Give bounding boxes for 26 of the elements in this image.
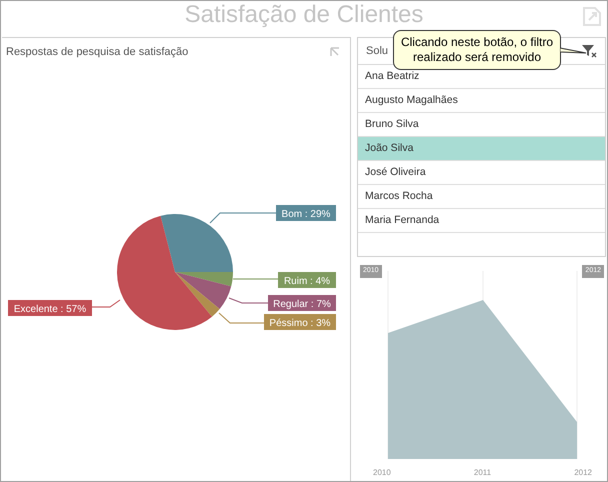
tooltip: Clicando neste botão, o filtro realizado será removido	[393, 30, 561, 70]
leader-line	[232, 278, 278, 280]
data-label: Bom : 29%	[276, 205, 336, 221]
axis-label: 2011	[474, 467, 492, 479]
slice-label: Regular : 7%	[273, 299, 332, 310]
axis-label: 2010	[373, 467, 391, 479]
export-icon[interactable]	[581, 4, 603, 28]
clear-filter-icon[interactable]	[581, 44, 597, 58]
slice-label: Bom : 29%	[282, 209, 331, 220]
leader-line	[218, 312, 264, 324]
panel-title: Solu	[366, 44, 388, 59]
axis-label: 2012	[574, 467, 592, 479]
slice-label: Excelente : 57%	[14, 304, 86, 315]
maximize-icon[interactable]	[330, 47, 340, 57]
panel-title: Respostas de pesquisa de satisfação	[6, 44, 188, 60]
dashboard-title: Satisfação de Clientes	[184, 1, 424, 29]
data-label: Ruim : 4%	[278, 272, 336, 288]
list-item[interactable]: João Silva	[358, 137, 605, 161]
leader-line	[92, 300, 120, 308]
slice-label: Ruim : 4%	[284, 276, 330, 287]
data-label: Péssimo : 3%	[264, 314, 336, 330]
data-label: Regular : 7%	[268, 295, 336, 311]
leader-line	[210, 212, 276, 224]
leader-line	[228, 298, 268, 304]
data-label: Excelente : 57%	[8, 300, 92, 316]
slice-label: Péssimo : 3%	[269, 318, 331, 329]
